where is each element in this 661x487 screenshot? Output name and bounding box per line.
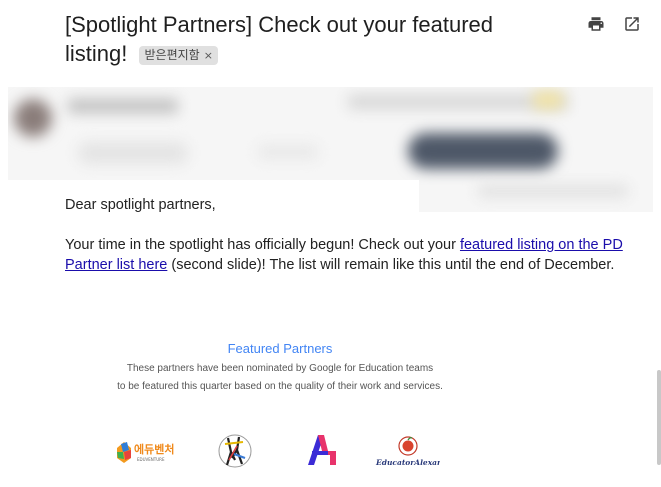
figures-logo — [217, 432, 253, 470]
email-subject-text: [Spotlight Partners] Check out your feat… — [65, 12, 494, 66]
greeting-text: Dear spotlight partners, — [65, 197, 216, 213]
eduventure-logo-text: 에듀벤처 — [134, 442, 174, 456]
educator-alexander-text: EducatorAlexander — [375, 458, 440, 467]
featured-partners-section: Featured Partners These partners have be… — [100, 340, 460, 394]
inbox-label-chip[interactable]: 받은편지함 × — [139, 45, 218, 65]
eduventure-logo-subtext: EDUVENTURE — [137, 457, 165, 462]
body-paragraph: Your time in the spotlight has officiall… — [65, 237, 623, 273]
open-in-new-window-icon — [625, 17, 639, 31]
print-button[interactable] — [586, 14, 606, 34]
email-subject: [Spotlight Partners] Check out your feat… — [65, 10, 535, 68]
blurred-sender-header — [8, 87, 653, 212]
inbox-label-text: 받은편지함 — [144, 47, 200, 62]
a-brand-logo — [306, 433, 338, 467]
featured-partners-description-2: to be featured this quarter based on the… — [117, 381, 443, 392]
educator-alexander-logo: EducatorAlexander — [374, 434, 457, 468]
printer-icon — [588, 17, 604, 31]
remove-label-button[interactable]: × — [204, 49, 213, 62]
scrollbar[interactable] — [657, 370, 661, 465]
featured-partners-description-1: These partners have been nominated by Go… — [126, 363, 434, 374]
featured-partners-title: Featured Partners — [227, 341, 333, 356]
open-in-new-window-button[interactable] — [622, 14, 642, 34]
eduventure-logo: 에듀벤처 EDUVENTURE — [115, 438, 185, 466]
email-body: Dear spotlight partners, Your time in th… — [65, 195, 635, 295]
partner-logos: 에듀벤처 EDUVENTURE EducatorAlexander — [0, 430, 661, 470]
